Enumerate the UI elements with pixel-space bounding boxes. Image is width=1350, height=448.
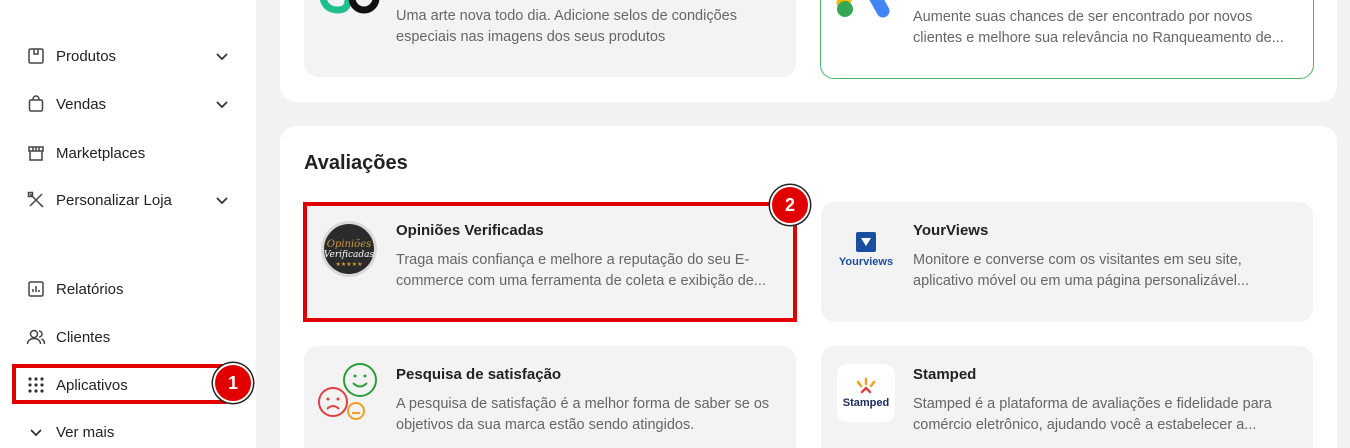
shopping-bag-icon — [26, 94, 46, 114]
app-card-stamped[interactable]: Stamped Stamped Stamped é a plataforma d… — [821, 346, 1313, 448]
sidebar-item-vendas[interactable]: Vendas — [26, 90, 230, 118]
chevron-down-icon[interactable] — [214, 192, 230, 208]
users-icon — [26, 327, 46, 347]
annotation-highlight-box — [12, 364, 227, 404]
app-card-yourviews[interactable]: Yourviews YourViews Monitore e converse … — [821, 202, 1313, 322]
sidebar-item-marketplaces[interactable]: Marketplaces — [26, 139, 230, 167]
annotation-highlight-box — [303, 202, 797, 322]
chevron-down-icon[interactable] — [214, 48, 230, 64]
google-ads-icon — [835, 0, 897, 19]
sidebar-item-label: Produtos — [56, 47, 117, 65]
satisfaction-faces-icon — [316, 358, 382, 424]
yourviews-logo: Yourviews — [837, 220, 895, 278]
app-card-title: YourViews — [913, 222, 989, 239]
app-card-title: Stamped — [913, 366, 977, 383]
tools-icon — [26, 190, 46, 210]
stamped-logo: Stamped — [837, 364, 895, 422]
app-card-description: Monitore e converse com os visitantes em… — [913, 252, 1250, 289]
sidebar-item-label: Ver mais — [56, 423, 115, 441]
store-icon — [26, 143, 46, 163]
sidebar-item-label: Relatórios — [56, 280, 124, 298]
report-chart-icon — [26, 279, 46, 299]
app-card-description: A pesquisa de satisfação é a melhor form… — [396, 396, 770, 433]
sidebar-item-label: Vendas — [56, 95, 107, 113]
apps-section-top: Uma arte nova todo dia. Adicione selos d… — [280, 0, 1337, 102]
app-card-description: Aumente suas chances de ser encontrado p… — [913, 9, 1284, 46]
sidebar-item-clientes[interactable]: Clientes — [26, 323, 230, 351]
sidebar-item-personalizar-loja[interactable]: Personalizar Loja — [26, 186, 230, 214]
app-card-google-ads[interactable]: Aumente suas chances de ser encontrado p… — [820, 0, 1314, 79]
sidebar-item-produtos[interactable]: Produtos — [26, 42, 230, 70]
chevron-down-icon[interactable] — [214, 96, 230, 112]
sidebar-item-ver-mais[interactable]: Ver mais — [26, 418, 230, 446]
sidebar-item-label: Clientes — [56, 328, 111, 346]
arts-logo-icon — [318, 0, 380, 16]
sidebar-item-label: Marketplaces — [56, 144, 146, 162]
main-content: Uma arte nova todo dia. Adicione selos d… — [256, 0, 1350, 448]
app-card-pesquisa-satisfacao[interactable]: Pesquisa de satisfação A pesquisa de sat… — [304, 346, 796, 448]
chevron-down-icon — [26, 422, 46, 442]
app-card-description: Stamped é a plataforma de avaliações e f… — [913, 396, 1272, 433]
box-icon — [26, 46, 46, 66]
annotation-badge-1: 1 — [213, 363, 253, 403]
app-card-title: Pesquisa de satisfação — [396, 366, 562, 383]
app-card[interactable]: Uma arte nova todo dia. Adicione selos d… — [304, 0, 796, 77]
sidebar-item-relatorios[interactable]: Relatórios — [26, 275, 230, 303]
app-card-description: Uma arte nova todo dia. Adicione selos d… — [396, 8, 737, 45]
section-title: Avaliações — [304, 152, 408, 174]
sidebar-item-label: Personalizar Loja — [56, 191, 172, 209]
annotation-badge-2: 2 — [770, 185, 810, 225]
